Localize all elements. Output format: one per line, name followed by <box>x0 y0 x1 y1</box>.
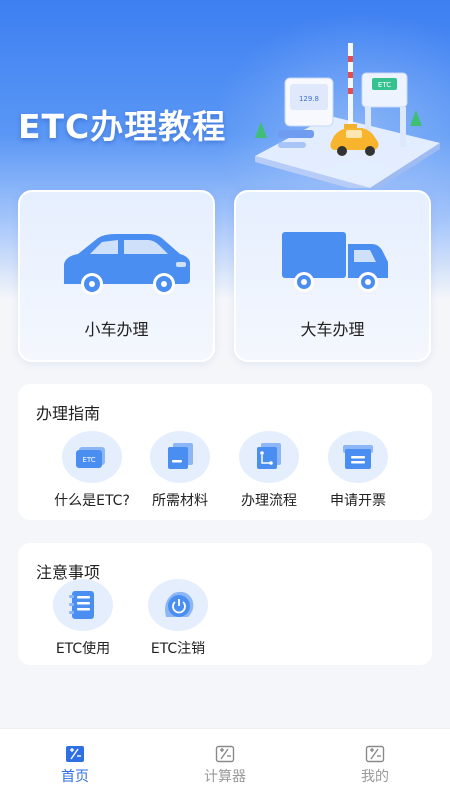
guide-panel: 办理指南 ETC 什么是ETC? 所需材料 办理流程 申请开票 <box>18 384 432 520</box>
guide-title: 办理指南 <box>36 404 101 423</box>
calculator-icon <box>215 745 235 763</box>
tab-profile[interactable]: 我的 <box>300 729 450 800</box>
home-calc-icon <box>66 746 84 762</box>
guide-item-label: 申请开票 <box>330 493 386 509</box>
notes-item-etc-cancel[interactable]: ETC注销 <box>128 579 228 658</box>
notes-item-label: ETC注销 <box>150 641 206 657</box>
tab-profile-label: 我的 <box>361 769 389 785</box>
bottom-tab-bar: 首页 计算器 我的 <box>0 728 450 800</box>
invoice-icon <box>328 431 388 483</box>
small-car-card[interactable]: 小车办理 <box>18 190 215 362</box>
tab-home[interactable]: 首页 <box>0 729 150 800</box>
small-car-label: 小车办理 <box>84 320 149 339</box>
guide-item-label: 什么是ETC? <box>54 493 130 509</box>
flow-icon <box>239 431 299 483</box>
notebook-icon <box>53 579 113 631</box>
gate-sign-text: ETC <box>378 81 391 89</box>
car-icon <box>64 234 190 295</box>
etc-card-icon: ETC <box>62 431 122 483</box>
toll-station-illustration: 129.8 ETC <box>255 43 440 188</box>
truck-icon <box>282 232 388 292</box>
tab-calculator-label: 计算器 <box>204 769 246 785</box>
power-icon <box>148 579 208 631</box>
page-title: ETC办理教程 <box>18 107 227 146</box>
profile-calc-icon <box>365 745 385 763</box>
guide-item-process[interactable]: 办理流程 <box>219 431 319 510</box>
etc-card-badge: ETC <box>82 456 95 464</box>
large-truck-card[interactable]: 大车办理 <box>234 190 431 362</box>
guide-item-invoice[interactable]: 申请开票 <box>308 431 408 510</box>
tab-home-label: 首页 <box>61 769 89 785</box>
screen-text: 129.8 <box>299 95 319 103</box>
guide-item-label: 办理流程 <box>241 493 297 509</box>
documents-icon <box>150 431 210 483</box>
tab-calculator[interactable]: 计算器 <box>150 729 300 800</box>
guide-item-label: 所需材料 <box>152 493 208 509</box>
notes-item-label: ETC使用 <box>55 641 111 657</box>
notes-panel: 注意事项 ETC使用 ETC注销 <box>18 543 432 665</box>
notes-item-etc-usage[interactable]: ETC使用 <box>33 579 133 658</box>
guide-item-materials[interactable]: 所需材料 <box>130 431 230 510</box>
large-truck-label: 大车办理 <box>300 320 365 339</box>
guide-item-what-is-etc[interactable]: ETC 什么是ETC? <box>42 431 142 510</box>
